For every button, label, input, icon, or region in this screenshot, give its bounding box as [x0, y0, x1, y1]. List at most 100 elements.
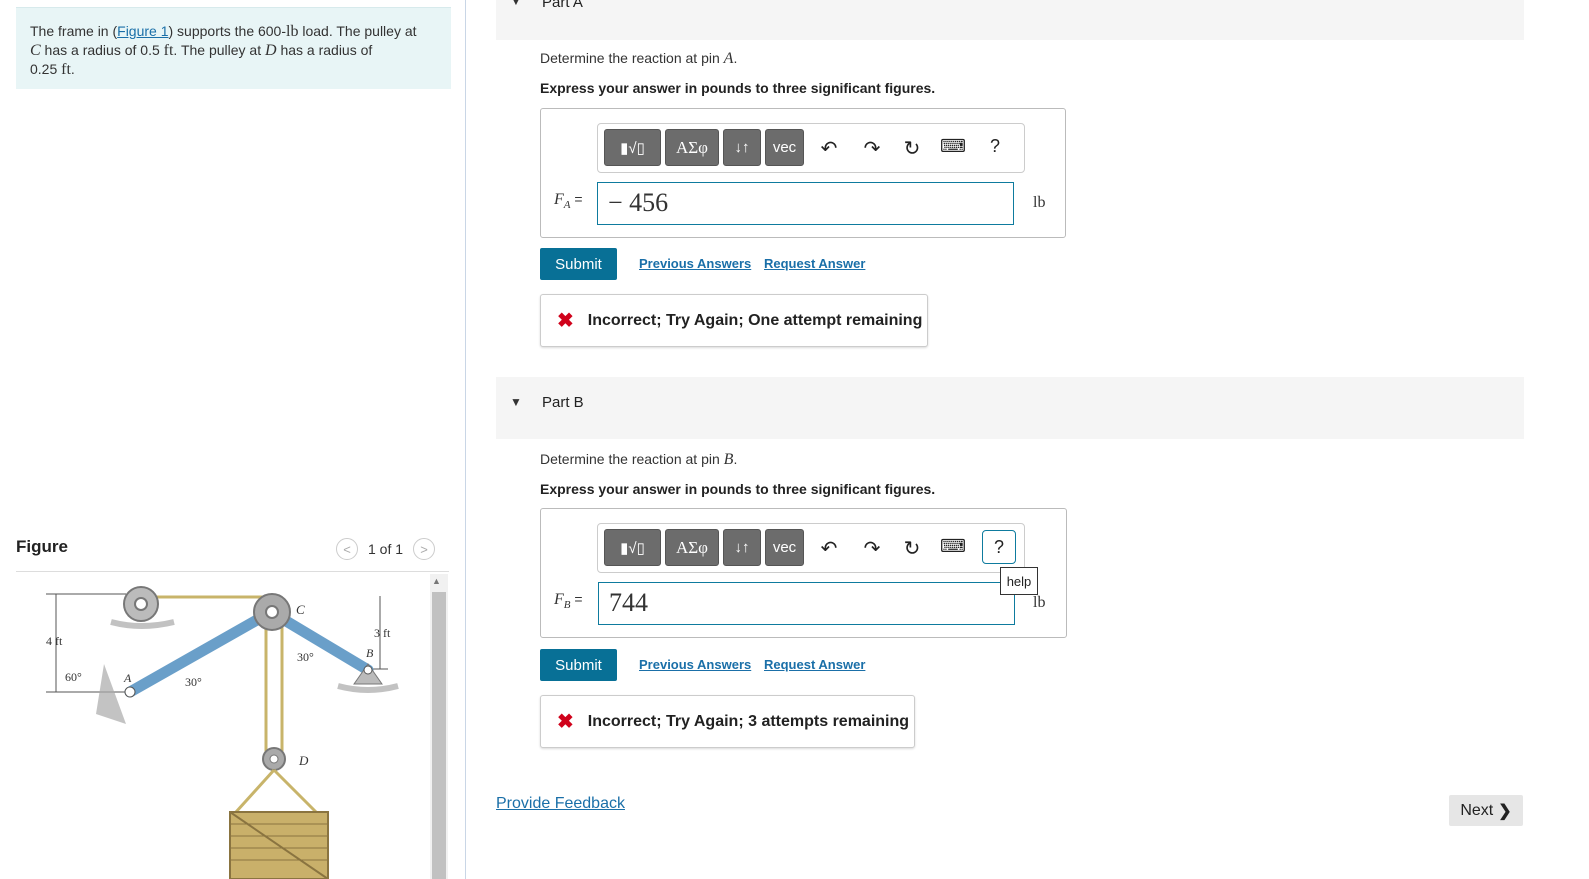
math-toolbar: ▮√▯ ΑΣφ ↓↑ vec ↶ ↷ ↻ ⌨ ?: [597, 123, 1025, 173]
label-a: A: [123, 671, 132, 685]
part-a-instruction: Express your answer in pounds to three s…: [540, 80, 936, 96]
var-d: D: [265, 42, 277, 59]
x-icon: ✖: [557, 310, 574, 332]
part-b-feedback: ✖ Incorrect; Try Again; 3 attempts remai…: [540, 695, 915, 748]
prompt-text: .: [733, 50, 738, 66]
previous-answers-link[interactable]: Previous Answers: [639, 256, 751, 271]
redo-icon[interactable]: ↷: [859, 136, 885, 161]
unit-lb: lb: [286, 23, 299, 40]
collapse-triangle-icon[interactable]: ▼: [510, 0, 522, 8]
label-d: D: [298, 753, 309, 768]
figure-title: Figure: [16, 537, 68, 556]
feedback-message: Incorrect; Try Again; One attempt remain…: [587, 311, 923, 329]
answer-variable-label: FB =: [554, 591, 583, 611]
var-sub: A: [563, 199, 571, 212]
help-icon[interactable]: ?: [982, 136, 1008, 157]
templates-button[interactable]: ▮√▯: [604, 129, 661, 166]
label-c: C: [296, 602, 305, 617]
part-a-prompt: Determine the reaction at pin A.: [540, 50, 737, 68]
part-a-feedback: ✖ Incorrect; Try Again; One attempt rema…: [540, 294, 928, 347]
scroll-up-arrow-icon[interactable]: ▲: [432, 576, 441, 586]
unit-label: lb: [1033, 594, 1046, 611]
keyboard-icon[interactable]: ⌨: [940, 136, 966, 157]
dim-3ft-label: 3 ft: [374, 626, 391, 640]
keyboard-icon[interactable]: ⌨: [940, 536, 966, 557]
var-f: F: [554, 191, 564, 208]
x-icon: ✖: [557, 711, 574, 733]
request-answer-link[interactable]: Request Answer: [764, 657, 865, 672]
unit-ft: ft: [61, 61, 71, 78]
pane-divider: [465, 0, 466, 879]
next-button[interactable]: Next ❯: [1449, 795, 1523, 826]
part-a-header[interactable]: ▼ Part A: [496, 0, 1524, 40]
reset-icon[interactable]: ↻: [899, 536, 925, 561]
figure-link[interactable]: Figure 1: [117, 23, 168, 39]
previous-answers-link[interactable]: Previous Answers: [639, 657, 751, 672]
problem-text: . The pulley at: [173, 42, 265, 58]
problem-text: has a radius of: [276, 42, 373, 58]
angle-30b-label: 30°: [297, 650, 314, 664]
part-b-prompt: Determine the reaction at pin B.: [540, 451, 737, 469]
answer-input[interactable]: − 456: [597, 182, 1014, 225]
prompt-var: A: [723, 50, 734, 67]
answer-input[interactable]: 744: [598, 582, 1015, 625]
unit-ft: ft: [163, 42, 174, 59]
greek-button[interactable]: ΑΣφ: [665, 129, 719, 166]
request-answer-link[interactable]: Request Answer: [764, 256, 865, 271]
var-c: C: [30, 42, 41, 59]
equals-sign: =: [570, 191, 583, 207]
greek-button[interactable]: ΑΣφ: [665, 529, 719, 566]
next-label: Next: [1460, 801, 1494, 819]
subscript-button[interactable]: ↓↑: [723, 129, 761, 166]
chevron-right-icon[interactable]: >: [413, 538, 436, 560]
subscript-button[interactable]: ↓↑: [723, 529, 761, 566]
prompt-var: B: [723, 451, 734, 468]
prompt-text: Determine the reaction at pin: [540, 451, 724, 467]
feedback-message: Incorrect; Try Again; 3 attempts remaini…: [587, 712, 910, 730]
part-b-title: Part B: [542, 394, 584, 411]
help-icon[interactable]: ?: [982, 530, 1016, 564]
undo-icon[interactable]: ↶: [816, 136, 842, 161]
figure-scroll-thumb[interactable]: [432, 592, 446, 879]
problem-text: has a radius of 0.5: [40, 42, 164, 58]
templates-button[interactable]: ▮√▯: [604, 529, 661, 566]
problem-text: 0.25: [30, 61, 62, 77]
answer-variable-label: FA =: [554, 191, 583, 211]
math-toolbar: ▮√▯ ΑΣφ ↓↑ vec ↶ ↷ ↻ ⌨ ?: [597, 523, 1025, 573]
problem-text: .: [70, 61, 75, 77]
submit-button[interactable]: Submit: [540, 248, 617, 280]
problem-text: The frame in (: [30, 23, 118, 39]
provide-feedback-link[interactable]: Provide Feedback: [496, 795, 625, 813]
undo-icon[interactable]: ↶: [816, 536, 842, 561]
prompt-text: Determine the reaction at pin: [540, 50, 724, 66]
part-a-answer-box: ▮√▯ ΑΣφ ↓↑ vec ↶ ↷ ↻ ⌨ ? FA = − 456 lb: [540, 108, 1066, 238]
part-a-title: Part A: [542, 0, 583, 11]
angle-60-label: 60°: [65, 670, 82, 684]
equals-sign: =: [570, 591, 583, 607]
figure-pager: < 1 of 1 >: [336, 537, 436, 561]
problem-text: load. The pulley at: [298, 23, 417, 39]
chevron-right-icon: ❯: [1498, 802, 1512, 820]
var-sub: B: [563, 599, 571, 612]
unit-label: lb: [1033, 194, 1046, 211]
divider: [16, 571, 449, 572]
help-tooltip: help: [1000, 567, 1038, 595]
angle-30a-label: 30°: [185, 675, 202, 689]
frame-figure: 4 ft 3 ft 60° 30° 30° A B C D: [46, 586, 399, 879]
part-b-header[interactable]: ▼ Part B: [496, 377, 1524, 439]
part-b-answer-box: ▮√▯ ΑΣφ ↓↑ vec ↶ ↷ ↻ ⌨ ? FB = 744 lb: [540, 508, 1067, 638]
redo-icon[interactable]: ↷: [859, 536, 885, 561]
part-b-instruction: Express your answer in pounds to three s…: [540, 481, 936, 497]
prompt-text: .: [733, 451, 738, 467]
dim-4ft-label: 4 ft: [46, 634, 63, 648]
var-f: F: [554, 591, 564, 608]
vector-button[interactable]: vec: [765, 529, 804, 566]
chevron-left-icon[interactable]: <: [336, 538, 358, 560]
problem-statement: The frame in (Figure 1) supports the 600…: [16, 7, 451, 89]
vector-button[interactable]: vec: [765, 129, 804, 166]
reset-icon[interactable]: ↻: [899, 136, 925, 161]
figure-page-count: 1 of 1: [368, 541, 404, 557]
submit-button[interactable]: Submit: [540, 649, 617, 681]
label-b: B: [366, 646, 374, 660]
collapse-triangle-icon[interactable]: ▼: [510, 395, 522, 409]
